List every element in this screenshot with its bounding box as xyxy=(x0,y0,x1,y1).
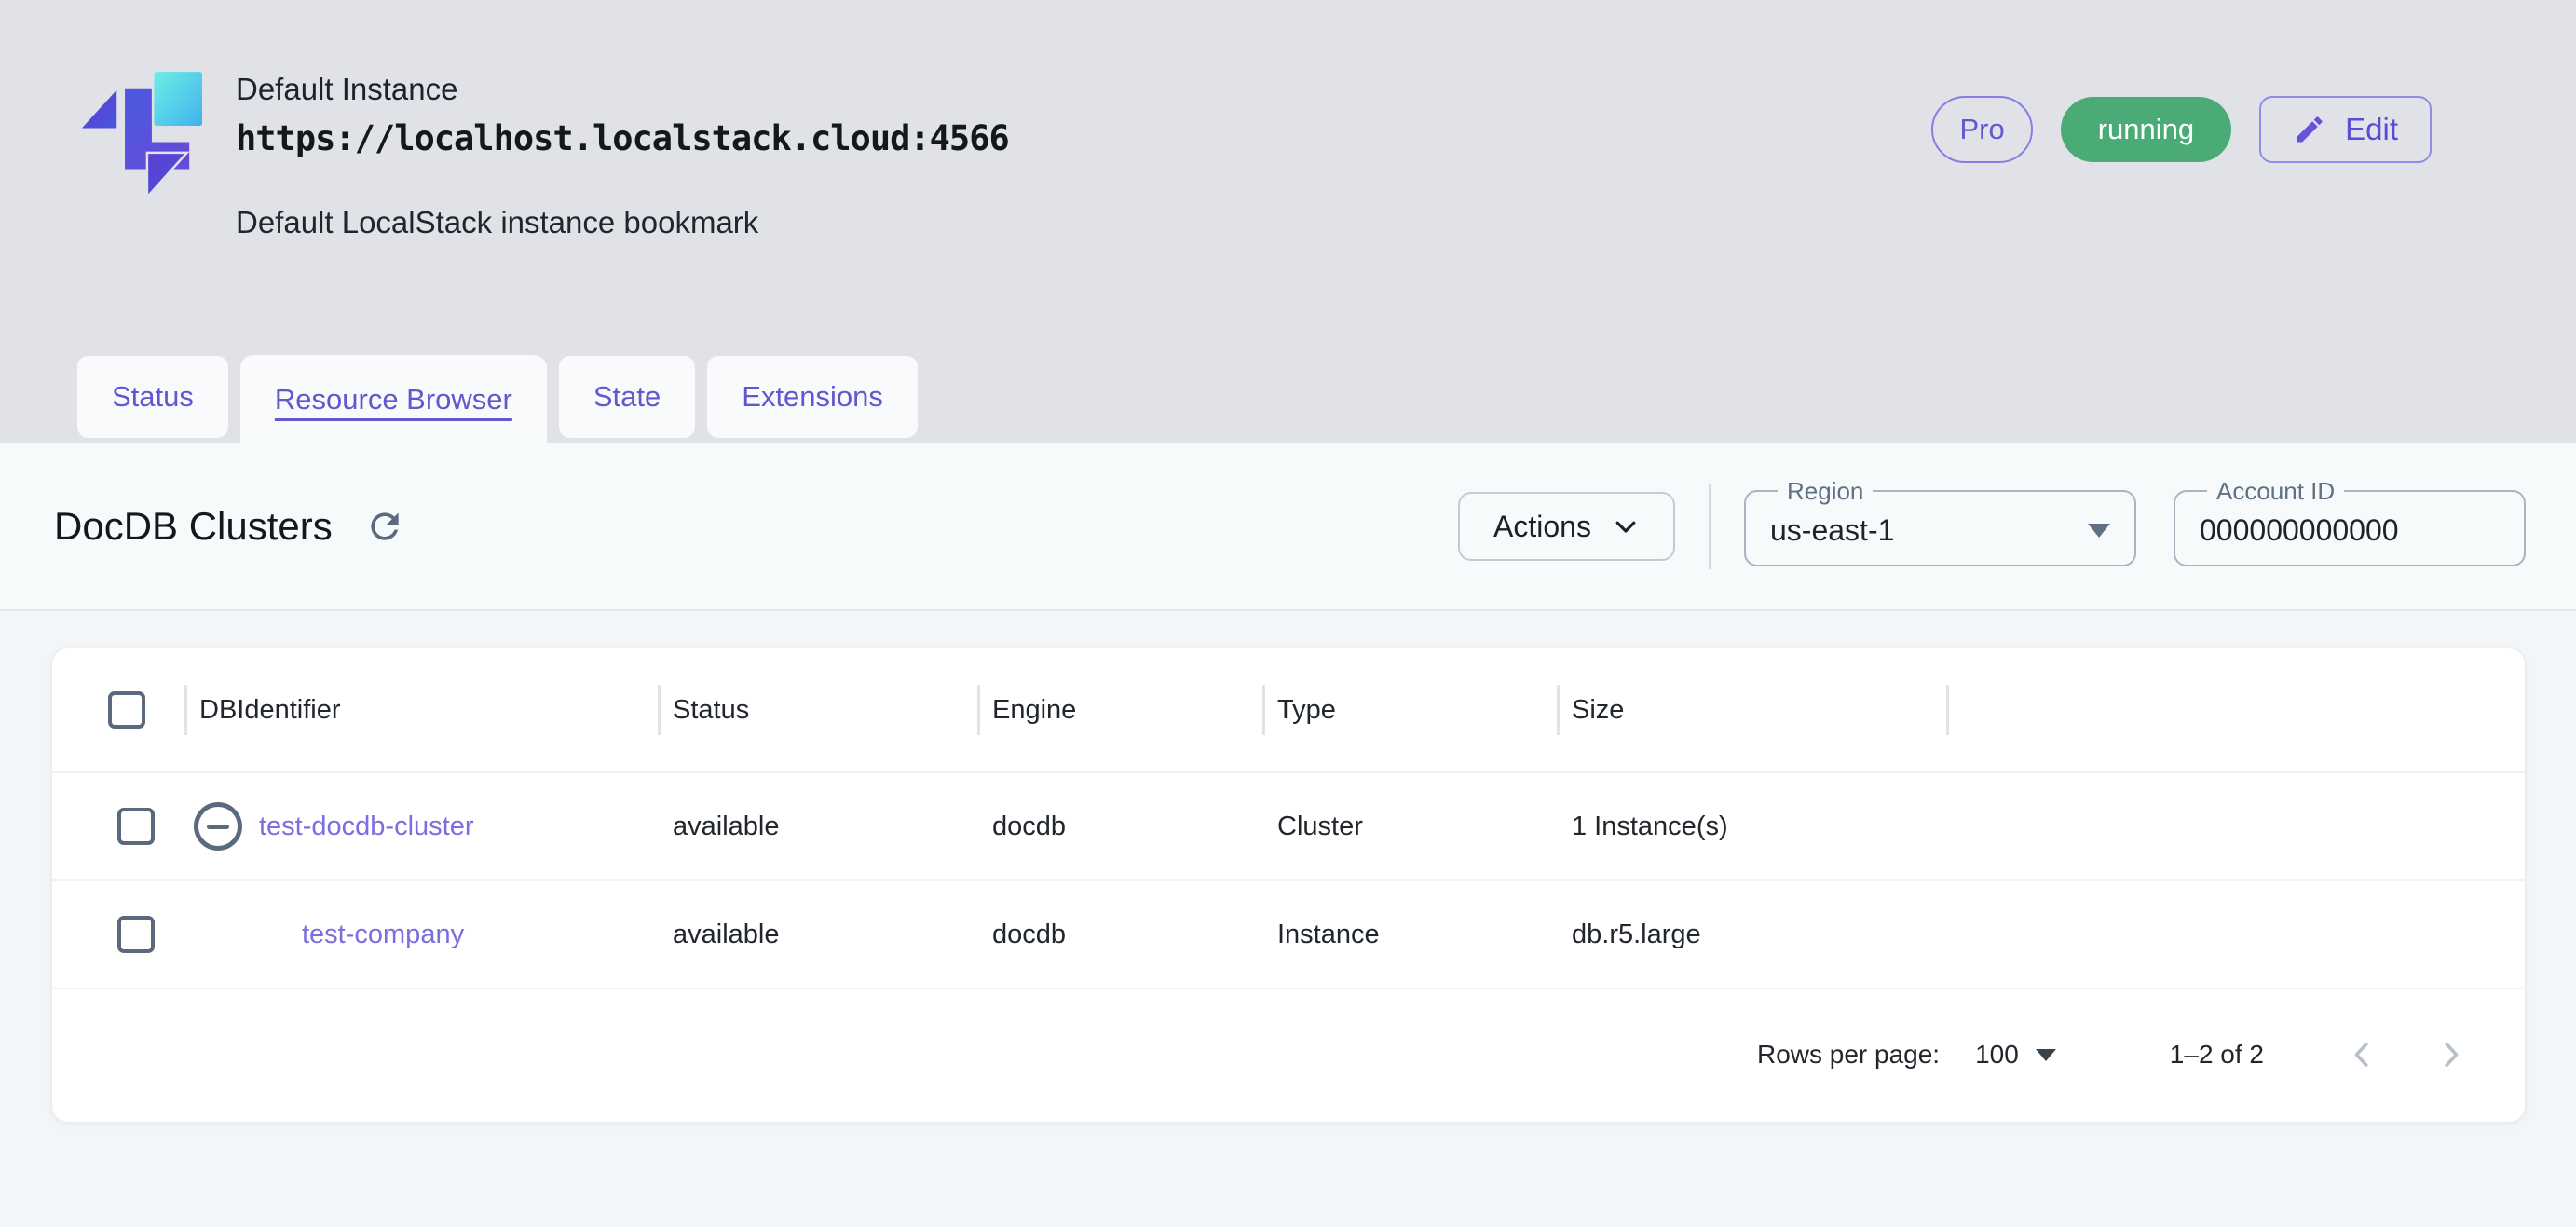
resource-link[interactable]: test-docdb-cluster xyxy=(259,811,474,842)
instance-url: https://localhost.localstack.cloud:4566 xyxy=(236,118,1010,158)
cell-engine: docdb xyxy=(992,919,1067,949)
content-area: DBIdentifier Status Engine Type Size tes… xyxy=(0,611,2576,1123)
cell-status: available xyxy=(673,811,780,841)
table-header-row: DBIdentifier Status Engine Type Size xyxy=(52,648,2525,773)
region-select[interactable]: Region us-east-1 xyxy=(1744,477,2136,566)
column-header-status: Status xyxy=(658,648,977,771)
actions-button-label: Actions xyxy=(1493,509,1591,543)
next-page-button[interactable] xyxy=(2433,1037,2469,1072)
account-id-field: Account ID xyxy=(2174,477,2526,566)
column-header-type: Type xyxy=(1262,648,1557,771)
chevron-left-icon xyxy=(2354,1043,2368,1067)
table-pagination: Rows per page: 100 1–2 of 2 xyxy=(52,989,2525,1120)
row-checkbox[interactable] xyxy=(117,916,155,953)
resources-table-card: DBIdentifier Status Engine Type Size tes… xyxy=(51,648,2526,1123)
instance-header: Default Instance https://localhost.local… xyxy=(0,0,2576,443)
column-header-dbidentifier: DBIdentifier xyxy=(184,648,658,771)
running-status-badge: running xyxy=(2060,97,2232,162)
dropdown-arrow-icon xyxy=(2088,523,2110,538)
refresh-icon xyxy=(371,512,399,540)
rows-per-page-select[interactable]: 100 xyxy=(1975,1040,2056,1070)
refresh-button[interactable] xyxy=(364,506,405,547)
instance-tabs: Status Resource Browser State Extensions xyxy=(77,355,918,443)
toolbar-divider xyxy=(1709,484,1711,569)
cell-status: available xyxy=(673,919,780,949)
table-row-instance: test-company available docdb Instance db… xyxy=(52,881,2525,989)
region-select-value: us-east-1 xyxy=(1770,512,1895,547)
pagination-range: 1–2 of 2 xyxy=(2169,1040,2264,1069)
tab-state[interactable]: State xyxy=(558,356,696,438)
page-title: DocDB Clusters xyxy=(54,504,333,548)
cell-engine: docdb xyxy=(992,811,1067,841)
collapse-toggle-icon[interactable] xyxy=(194,802,242,851)
chevron-right-icon xyxy=(2445,1043,2459,1067)
instance-subtitle: Default LocalStack instance bookmark xyxy=(236,205,759,239)
tab-extensions[interactable]: Extensions xyxy=(707,356,918,438)
column-header-empty xyxy=(1946,648,2525,771)
cell-type: Cluster xyxy=(1277,811,1363,841)
column-header-engine: Engine xyxy=(977,648,1262,771)
rows-per-page-value: 100 xyxy=(1975,1040,2019,1069)
tab-status[interactable]: Status xyxy=(77,356,228,438)
cell-type: Instance xyxy=(1277,919,1380,949)
account-id-label: Account ID xyxy=(2216,477,2336,505)
dropdown-arrow-icon xyxy=(2035,1048,2056,1061)
region-select-label: Region xyxy=(1787,477,1864,505)
account-id-input[interactable] xyxy=(2200,512,2500,548)
resource-link[interactable]: test-company xyxy=(302,920,464,950)
select-all-checkbox[interactable] xyxy=(108,691,145,729)
instance-title: Default Instance xyxy=(236,72,458,106)
cell-size: db.r5.large xyxy=(1572,919,1701,949)
tab-resource-browser[interactable]: Resource Browser xyxy=(239,355,547,443)
localstack-logo-icon xyxy=(79,70,202,200)
cell-size: 1 Instance(s) xyxy=(1572,811,1728,841)
edit-button-label: Edit xyxy=(2345,112,2398,146)
chevron-down-icon xyxy=(1615,521,1636,533)
edit-button[interactable]: Edit xyxy=(2259,96,2432,163)
previous-page-button[interactable] xyxy=(2344,1037,2379,1072)
resource-toolbar: DocDB Clusters Actions Region us-east-1 … xyxy=(0,443,2576,611)
pencil-icon xyxy=(2297,116,2323,143)
rows-per-page-label: Rows per page: xyxy=(1756,1040,1941,1069)
row-checkbox[interactable] xyxy=(117,808,155,845)
pro-badge: Pro xyxy=(1931,96,2033,163)
table-row-cluster: test-docdb-cluster available docdb Clust… xyxy=(52,773,2525,881)
column-header-size: Size xyxy=(1557,648,1946,771)
actions-button[interactable]: Actions xyxy=(1458,492,1675,561)
